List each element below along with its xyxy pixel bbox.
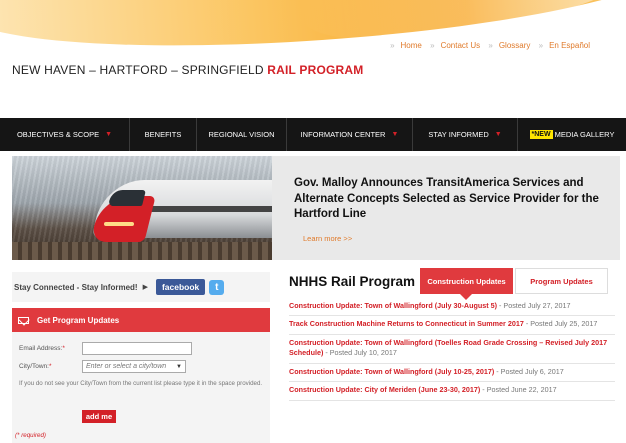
news-link[interactable]: Construction Update: City of Meriden (Ju…	[289, 385, 480, 394]
learn-more-link[interactable]: Learn more >>	[303, 234, 352, 243]
news-list: Construction Update: Town of Wallingford…	[289, 298, 615, 401]
news-link[interactable]: Construction Update: Town of Wallingford…	[289, 367, 494, 376]
chevron-down-icon: ▼	[494, 131, 502, 138]
news-link[interactable]: Track Construction Machine Returns to Co…	[289, 319, 524, 328]
nav-regional-vision[interactable]: REGIONAL VISION	[197, 118, 287, 151]
nav-stay-informed[interactable]: STAY INFORMED ▼	[413, 118, 518, 151]
tab-construction-updates[interactable]: Construction Updates	[420, 268, 513, 300]
new-badge: *NEW	[529, 130, 553, 139]
news-link[interactable]: Construction Update: Town of Wallingford…	[289, 301, 497, 310]
list-item: Construction Update: Town of Wallingford…	[289, 298, 615, 317]
hero-panel: Gov. Malloy Announces TransitAmerica Ser…	[272, 156, 620, 260]
hero-train-image[interactable]	[12, 156, 272, 260]
hero-headline[interactable]: Gov. Malloy Announces TransitAmerica Ser…	[294, 176, 612, 223]
list-item: Construction Update: City of Meriden (Ju…	[289, 382, 615, 401]
arrow-right-icon: ▶	[142, 284, 148, 291]
site-title[interactable]: NEW HAVEN – HARTFORD – SPRINGFIELD RAIL …	[12, 63, 363, 77]
list-item: Track Construction Machine Returns to Co…	[289, 316, 615, 335]
add-me-button[interactable]: add me	[82, 410, 116, 423]
email-field[interactable]	[82, 342, 192, 355]
tab-program-updates[interactable]: Program Updates	[515, 268, 608, 294]
rail-tracks	[12, 242, 272, 260]
get-updates-title: Get Program Updates	[37, 315, 120, 325]
chevron-down-icon: ▼	[105, 131, 113, 138]
link-en-espanol[interactable]: En Español	[549, 41, 590, 50]
get-updates-header: Get Program Updates	[12, 308, 270, 332]
form-help-text: If you do not see your City/Town from th…	[19, 380, 263, 387]
site-title-main: NEW HAVEN – HARTFORD – SPRINGFIELD	[12, 63, 268, 77]
stay-connected-text: Stay Connected - Stay Informed!	[14, 282, 138, 292]
site-title-accent: RAIL PROGRAM	[267, 63, 364, 77]
nav-media-gallery[interactable]: *NEW MEDIA GALLERY	[518, 118, 626, 151]
list-item: Construction Update: Town of Wallingford…	[289, 335, 615, 364]
social-bar: Stay Connected - Stay Informed! ▶ facebo…	[12, 272, 270, 302]
link-contact-us[interactable]: Contact Us	[441, 41, 481, 50]
main-nav: OBJECTIVES & SCOPE ▼ BENEFITS REGIONAL VI…	[0, 118, 626, 151]
nav-information-center[interactable]: INFORMATION CENTER ▼	[287, 118, 413, 151]
email-label: Email Address:*	[19, 345, 65, 352]
link-glossary[interactable]: Glossary	[499, 41, 531, 50]
header-banner	[0, 0, 626, 60]
program-title: NHHS Rail Program	[289, 274, 416, 289]
link-home[interactable]: Home	[401, 41, 422, 50]
list-item: Construction Update: Town of Wallingford…	[289, 364, 615, 383]
twitter-icon[interactable]: t	[209, 279, 225, 295]
train-windshield	[108, 190, 146, 206]
city-label: City/Town:*	[19, 363, 52, 370]
nav-benefits[interactable]: BENEFITS	[130, 118, 197, 151]
required-note: (* required)	[15, 432, 46, 439]
chevron-down-icon: ▼	[176, 363, 182, 370]
utility-links: » Home » Contact Us » Glossary » En Español	[390, 41, 590, 50]
city-select[interactable]: Enter or select a city/town ▼	[82, 360, 186, 373]
nav-objectives-scope[interactable]: OBJECTIVES & SCOPE ▼	[0, 118, 130, 151]
envelope-icon	[18, 316, 29, 324]
updates-form: Email Address:* City/Town:* Enter or sel…	[12, 332, 270, 443]
chevron-down-icon: ▼	[391, 131, 399, 138]
facebook-button[interactable]: facebook	[155, 279, 206, 295]
